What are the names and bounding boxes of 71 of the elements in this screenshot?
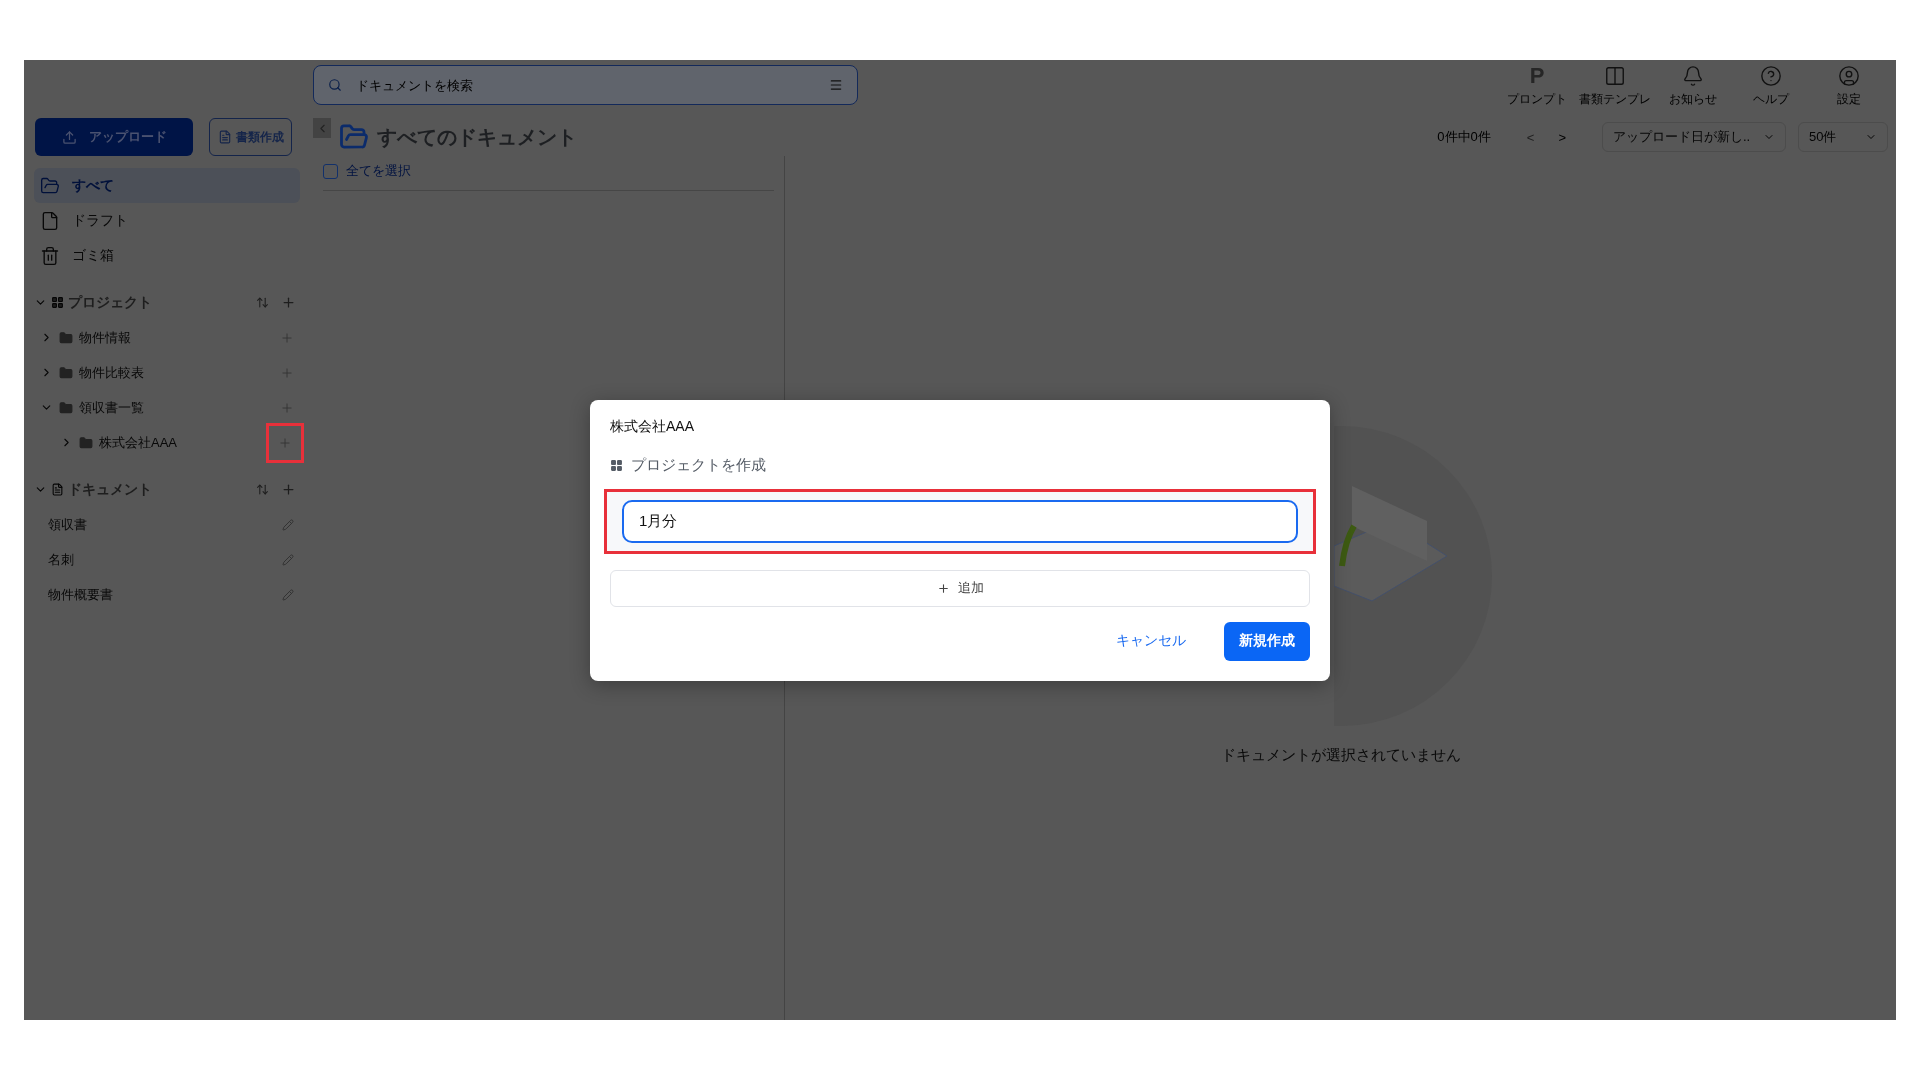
document-type[interactable]: 領収書 xyxy=(48,515,282,534)
add-button[interactable] xyxy=(266,422,304,463)
edit-icon[interactable] xyxy=(282,553,294,566)
project-name[interactable]: 株式会社AAA xyxy=(99,433,260,452)
toolbar-button[interactable]: ヘルプ xyxy=(1732,65,1810,108)
document-type[interactable]: 名刺 xyxy=(48,550,282,569)
add-button[interactable] xyxy=(280,400,294,415)
menu-icon[interactable] xyxy=(829,78,843,92)
select-all-checkbox[interactable]: 全てを選択 xyxy=(323,162,774,191)
page-title: すべてのドキュメント xyxy=(377,124,577,150)
add-button[interactable] xyxy=(280,330,294,345)
previous-page-button[interactable]: < xyxy=(1518,129,1543,145)
grid-icon xyxy=(51,296,64,309)
project-name[interactable]: 物件情報 xyxy=(79,328,274,347)
user-icon xyxy=(1838,65,1860,87)
sort-icon[interactable] xyxy=(256,296,269,309)
nav-label: ドラフト xyxy=(72,211,128,230)
add-button[interactable] xyxy=(280,365,294,380)
section-title: プロジェクト xyxy=(68,293,153,312)
toolbar-button[interactable]: 書類テンプレ xyxy=(1576,65,1654,108)
create-document-button[interactable]: 書類作成 xyxy=(209,118,292,156)
bell-icon xyxy=(1682,65,1704,87)
folder-icon xyxy=(40,175,60,196)
project-name[interactable]: 物件比較表 xyxy=(79,363,274,382)
search-icon xyxy=(328,78,342,92)
dialog-title: 株式会社AAA xyxy=(610,417,695,436)
nav-label: ゴミ箱 xyxy=(72,246,114,265)
toolbar-button[interactable]: 設定 xyxy=(1810,65,1888,108)
folder-icon xyxy=(59,365,73,380)
book-icon xyxy=(1604,65,1626,87)
help-icon xyxy=(1760,65,1782,87)
file-icon xyxy=(40,210,60,231)
upload-icon xyxy=(61,129,77,145)
nav-item[interactable]: ゴミ箱 xyxy=(34,238,300,273)
cancel-button[interactable]: キャンセル xyxy=(1116,632,1186,650)
add-button[interactable]: 追加 xyxy=(610,569,1310,607)
add-icon[interactable] xyxy=(281,482,296,497)
toolbar-button[interactable]: お知らせ xyxy=(1654,65,1732,108)
document-icon xyxy=(51,483,64,496)
add-icon[interactable] xyxy=(281,295,296,310)
page-size-dropdown[interactable]: 50件 xyxy=(1798,122,1888,152)
trash-icon xyxy=(40,245,60,266)
plus-icon xyxy=(280,400,294,415)
document-type[interactable]: 物件概要書 xyxy=(48,585,282,604)
result-count: 0件中0件 xyxy=(1437,128,1491,146)
project-name-field[interactable]: 1月分 xyxy=(622,499,1298,543)
folder-icon xyxy=(79,435,93,450)
document-icon xyxy=(217,130,232,144)
edit-icon[interactable] xyxy=(282,518,294,531)
plus-icon xyxy=(280,330,294,345)
sort-icon[interactable] xyxy=(256,483,269,496)
dialog-subtitle: プロジェクトを作成 xyxy=(631,455,766,475)
edit-icon[interactable] xyxy=(282,588,294,601)
plus-icon xyxy=(280,365,294,380)
search-bar[interactable]: ドキュメントを検索 xyxy=(313,65,858,105)
create-button[interactable]: 新規作成 xyxy=(1224,621,1310,661)
search-field[interactable]: ドキュメントを検索 xyxy=(354,76,817,94)
next-page-button[interactable]: > xyxy=(1550,129,1574,145)
plus-icon xyxy=(278,435,292,450)
folder-icon xyxy=(59,330,73,345)
nav-item[interactable]: すべて xyxy=(34,168,300,203)
empty-state-message: ドキュメントが選択されていません xyxy=(1220,746,1461,765)
upload-button[interactable]: アップロード xyxy=(35,118,193,156)
nav-item[interactable]: ドラフト xyxy=(34,203,300,238)
collapse-button[interactable] xyxy=(313,118,331,138)
folder-icon xyxy=(59,400,73,415)
grid-icon xyxy=(610,458,623,472)
plus-icon xyxy=(936,581,950,595)
nav-label: すべて xyxy=(72,176,114,195)
sort-dropdown[interactable]: アップロード日が新し.. xyxy=(1602,122,1786,152)
section-title: ドキュメント xyxy=(68,480,153,499)
